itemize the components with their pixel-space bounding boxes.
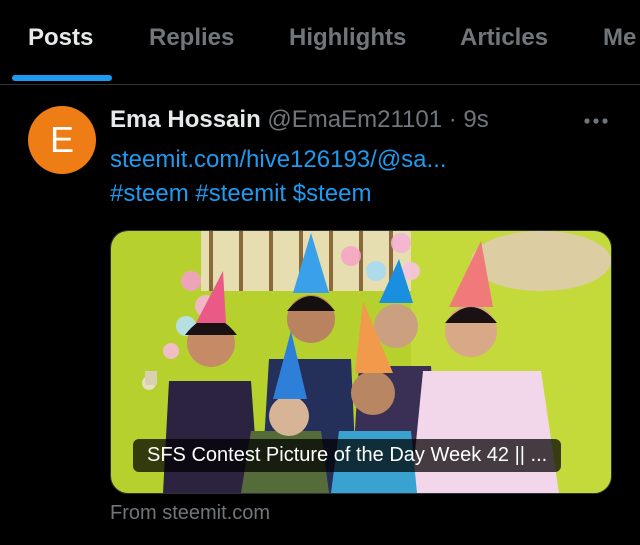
link-source[interactable]: From steemit.com: [110, 502, 270, 525]
active-tab-indicator: [12, 75, 112, 81]
avatar-letter: E: [49, 119, 74, 160]
header-separator: ·: [448, 106, 457, 133]
tab-posts[interactable]: Posts: [28, 24, 93, 52]
more-options-icon[interactable]: [582, 112, 610, 130]
link-card-title: SFS Contest Picture of the Day Week 42 |…: [133, 439, 562, 472]
link-preview-card[interactable]: SFS Contest Picture of the Day Week 42 |…: [110, 230, 612, 494]
author-handle[interactable]: @EmaEm21101: [267, 106, 442, 133]
post-link[interactable]: steemit.com/hive126193/@sa...: [110, 146, 447, 174]
author-name[interactable]: Ema Hossain: [110, 106, 261, 133]
tab-articles[interactable]: Articles: [460, 24, 548, 52]
post-time[interactable]: 9s: [463, 106, 488, 133]
post-hashtags[interactable]: #steem #steemit $steem: [110, 180, 371, 208]
tab-media[interactable]: Me: [603, 24, 636, 52]
avatar[interactable]: E: [28, 106, 96, 174]
tab-replies[interactable]: Replies: [149, 24, 234, 52]
tab-highlights[interactable]: Highlights: [289, 24, 406, 52]
post-header: Ema Hossain @EmaEm21101 · 9s: [110, 106, 489, 134]
profile-tab-bar: Posts Replies Highlights Articles Me: [0, 0, 640, 85]
